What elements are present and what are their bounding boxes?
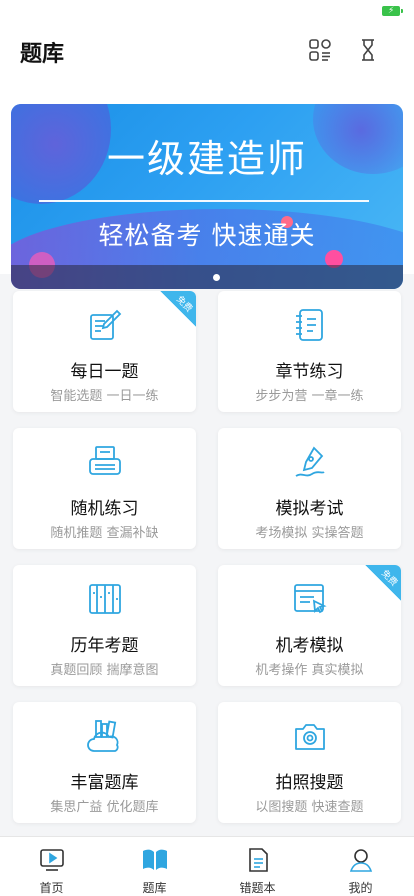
card-past-exams[interactable]: 历年考题 真题回顾 揣摩意图: [13, 565, 196, 686]
card-subtitle: 集思广益 优化题库: [50, 800, 159, 815]
free-badge: 免费: [365, 565, 401, 601]
hourglass-icon[interactable]: [356, 38, 380, 62]
card-rich-bank[interactable]: 丰富题库 集思广益 优化题库: [13, 702, 196, 823]
card-subtitle: 以图搜题 快速查题: [255, 800, 364, 815]
document-icon: [249, 848, 268, 872]
card-random-practice[interactable]: 随机练习 随机推题 查漏补缺: [13, 428, 196, 549]
banner-title: 一级建造师: [106, 137, 307, 181]
card-title: 机考模拟: [275, 636, 344, 656]
header: 题库 一级建造师 轻松备考 快速通关: [0, 24, 414, 289]
page-title: 题库: [20, 42, 65, 67]
banner-divider: [39, 200, 369, 202]
promo-banner[interactable]: 一级建造师 轻松备考 快速通关: [11, 104, 403, 289]
card-daily-question[interactable]: 每日一题 智能选题 一日一练 免费: [13, 291, 196, 412]
card-subtitle: 随机推题 查漏补缺: [50, 526, 159, 541]
free-badge: 免费: [160, 291, 196, 327]
card-mock-exam[interactable]: 模拟考试 考场模拟 实操答题: [218, 428, 401, 549]
banner-subtitle: 轻松备考 快速通关: [98, 221, 316, 250]
pen-nib-icon: [295, 446, 325, 477]
card-subtitle: 步步为营 一章一练: [255, 389, 364, 404]
archive-icon: [89, 584, 121, 614]
status-bar: ⚡: [0, 0, 414, 24]
card-title: 章节练习: [275, 362, 344, 382]
card-chapter-practice[interactable]: 章节练习 步步为营 一章一练: [218, 291, 401, 412]
note-pencil-icon: [90, 309, 122, 340]
printer-icon: [89, 446, 121, 475]
card-subtitle: 考场模拟 实操答题: [255, 526, 364, 541]
card-title: 丰富题库: [70, 773, 139, 793]
card-subtitle: 真题回顾 揣摩意图: [50, 663, 159, 678]
tab-label: 首页: [39, 881, 64, 895]
card-subtitle: 智能选题 一日一练: [50, 389, 159, 404]
battery-icon: ⚡: [382, 6, 403, 16]
tab-label: 错题本: [239, 881, 276, 895]
banner-pager-dot[interactable]: [213, 274, 220, 281]
banner-pager-bar: [11, 265, 403, 289]
video-play-icon: [40, 849, 64, 871]
cloud-books-icon: [87, 720, 119, 752]
card-title: 随机练习: [70, 499, 139, 519]
tab-label: 题库: [142, 881, 167, 895]
tab-question-bank[interactable]: 题库: [103, 837, 206, 896]
tab-home[interactable]: 首页: [0, 837, 103, 896]
bottom-tab-bar: 首页 题库 错题本 我的: [0, 836, 414, 896]
camera-icon: [295, 724, 325, 750]
card-subtitle: 机考操作 真实模拟: [255, 663, 364, 678]
grid-list-icon[interactable]: [308, 38, 332, 62]
card-photo-search[interactable]: 拍照搜题 以图搜题 快速查题: [218, 702, 401, 823]
tab-profile[interactable]: 我的: [309, 837, 412, 896]
user-icon: [349, 849, 373, 872]
tab-label: 我的: [348, 881, 373, 895]
card-title: 历年考题: [70, 636, 139, 656]
card-title: 每日一题: [70, 362, 139, 382]
card-computer-exam[interactable]: 机考模拟 机考操作 真实模拟 免费: [218, 565, 401, 686]
notebook-icon: [296, 309, 323, 341]
computer-window-icon: [294, 584, 327, 614]
card-title: 模拟考试: [275, 499, 344, 519]
tab-wrong-book[interactable]: 错题本: [206, 837, 309, 896]
open-book-icon: [143, 849, 167, 870]
card-title: 拍照搜题: [275, 773, 344, 793]
